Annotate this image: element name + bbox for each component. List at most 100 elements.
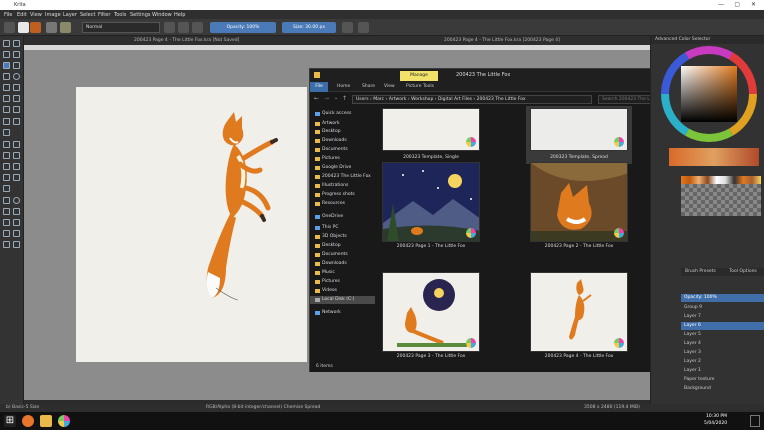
mirror-horizontal-icon[interactable] <box>342 22 353 33</box>
opacity-slider[interactable]: Opacity: 100% <box>210 22 276 33</box>
background-color-swatch[interactable] <box>30 22 41 33</box>
nav-item[interactable]: Artwork <box>310 120 375 128</box>
nav-item[interactable]: Downloads <box>310 137 375 145</box>
back-arrow-icon[interactable]: ← <box>314 95 319 102</box>
transform-tool-icon[interactable] <box>3 118 10 125</box>
breadcrumb-current-folder[interactable]: 200423 The Little Fox <box>477 97 526 102</box>
ellipse-tool-icon[interactable] <box>13 73 20 80</box>
nav-item[interactable]: Google Drive <box>310 164 375 172</box>
enclose-fill-tool-icon[interactable] <box>13 163 20 170</box>
foreground-color-swatch[interactable] <box>18 22 29 33</box>
breadcrumb-artwork[interactable]: Artwork <box>389 97 407 102</box>
menu-help[interactable]: Help <box>174 12 185 18</box>
nav-item[interactable]: Desktop <box>310 242 375 250</box>
menu-image[interactable]: Image <box>45 12 61 18</box>
multibrush-tool-icon[interactable] <box>13 106 20 113</box>
ribbon-tab-picture-tools[interactable]: Picture Tools <box>406 84 434 89</box>
nav-item[interactable]: Local Disk (C:) <box>310 296 375 304</box>
maximize-button[interactable]: ▢ <box>734 1 740 8</box>
menu-file[interactable]: File <box>4 12 12 18</box>
layer-row[interactable]: Layer 5 <box>681 331 764 339</box>
mirror-vertical-icon[interactable] <box>358 22 369 33</box>
nav-item[interactable]: Progress shots <box>310 191 375 199</box>
layer-row[interactable]: Layer 4 <box>681 340 764 348</box>
move-tool-icon[interactable] <box>13 118 20 125</box>
breadcrumb-users[interactable]: Users <box>356 97 369 102</box>
magnetic-select-tool-icon[interactable] <box>13 230 20 237</box>
crop-tool-icon[interactable] <box>3 129 10 136</box>
pattern-icon[interactable] <box>60 22 71 33</box>
menu-window[interactable]: Window <box>152 12 172 18</box>
edit-shapes-tool-icon[interactable] <box>3 51 10 58</box>
reset-icon[interactable] <box>192 22 203 33</box>
forward-arrow-icon[interactable]: → <box>324 95 329 102</box>
breadcrumb-marc[interactable]: Marc <box>373 97 384 102</box>
tab-document-view-2[interactable]: 200423 Page 4 - The Little Fox.kra [2004… <box>444 36 560 45</box>
reference-images-tool-icon[interactable] <box>3 185 10 192</box>
nav-item[interactable]: Network <box>310 309 375 317</box>
nav-item[interactable]: 200423 The Little Fox <box>310 173 375 181</box>
file-item[interactable]: 200423 Page 4 - The Little Fox <box>530 272 628 366</box>
windows-start-icon[interactable]: ⊞ <box>4 415 16 427</box>
notification-icon[interactable] <box>750 415 760 427</box>
brush-size-slider[interactable]: Size: 30.00 px <box>282 22 336 33</box>
layer-row[interactable]: Paper texture <box>681 376 764 384</box>
layer-row[interactable]: Layer 6 <box>681 322 764 330</box>
close-button[interactable]: ✕ <box>751 1 756 8</box>
file-explorer-icon[interactable] <box>40 415 52 427</box>
layer-row[interactable]: Background <box>681 385 764 393</box>
preserve-alpha-icon[interactable] <box>178 22 189 33</box>
nav-item[interactable]: This PC <box>310 224 375 232</box>
rect-select-tool-icon[interactable] <box>3 197 10 204</box>
menu-select[interactable]: Select <box>80 12 95 18</box>
polygon-select-tool-icon[interactable] <box>3 208 10 215</box>
select-shapes-tool-icon[interactable] <box>3 40 10 47</box>
polyline-tool-icon[interactable] <box>13 84 20 91</box>
rectangle-tool-icon[interactable] <box>3 73 10 80</box>
file-item-selected[interactable]: 200323 Template, Spread <box>526 106 632 164</box>
measure-tool-icon[interactable] <box>13 174 20 181</box>
colorize-mask-tool-icon[interactable] <box>3 152 10 159</box>
similar-select-tool-icon[interactable] <box>13 219 20 226</box>
line-tool-icon[interactable] <box>13 62 20 69</box>
ribbon-tab-home[interactable]: Home <box>337 84 350 89</box>
bezier-tool-icon[interactable] <box>3 95 10 102</box>
breadcrumb-digital-art-files[interactable]: Digital Art Files <box>438 97 472 102</box>
nav-item[interactable]: Downloads <box>310 260 375 268</box>
smart-patch-tool-icon[interactable] <box>13 152 20 159</box>
nav-item[interactable]: Pictures <box>310 278 375 286</box>
zoom-tool-icon[interactable] <box>3 241 10 248</box>
nav-item[interactable]: Documents <box>310 146 375 154</box>
brush-tool-icon[interactable] <box>3 62 10 69</box>
nav-item[interactable]: 3D Objects <box>310 233 375 241</box>
ribbon-tab-file[interactable]: File <box>310 82 328 92</box>
menu-tools[interactable]: Tools <box>114 12 126 18</box>
manage-tab[interactable]: Manage <box>400 71 438 81</box>
new-document-icon[interactable] <box>4 22 15 33</box>
firefox-icon[interactable] <box>22 415 34 427</box>
menu-filter[interactable]: Filter <box>98 12 110 18</box>
address-bar[interactable]: Users › Marc › Artwork › Workshop › Digi… <box>352 95 592 104</box>
nav-item[interactable]: Quick access <box>310 110 375 118</box>
layer-row[interactable]: Layer 1 <box>681 367 764 375</box>
up-arrow-icon[interactable]: ↑ <box>342 95 347 102</box>
blend-mode-select[interactable]: Normal <box>82 22 160 33</box>
menu-layer[interactable]: Layer <box>63 12 77 18</box>
file-item[interactable]: 200423 Page 2 - The Little Fox <box>530 162 628 256</box>
nav-item[interactable]: OneDrive <box>310 213 375 221</box>
eraser-mode-icon[interactable] <box>164 22 175 33</box>
bezier-select-tool-icon[interactable] <box>3 230 10 237</box>
nav-item[interactable]: Videos <box>310 287 375 295</box>
nav-item[interactable]: Music <box>310 269 375 277</box>
assistant-tool-icon[interactable] <box>3 174 10 181</box>
file-item[interactable]: 200423 Page 1 - The Little Fox <box>382 162 480 256</box>
nav-item[interactable]: Pictures <box>310 155 375 163</box>
minimize-button[interactable]: — <box>718 1 724 8</box>
layer-row[interactable]: Layer 3 <box>681 349 764 357</box>
file-item[interactable]: 200323 Template, Single <box>382 108 480 162</box>
gradient-tool-icon[interactable] <box>3 141 10 148</box>
recent-locations-icon[interactable]: ⌄ <box>334 95 338 101</box>
text-tool-icon[interactable] <box>13 40 20 47</box>
freehand-path-tool-icon[interactable] <box>13 95 20 102</box>
contiguous-select-tool-icon[interactable] <box>3 219 10 226</box>
